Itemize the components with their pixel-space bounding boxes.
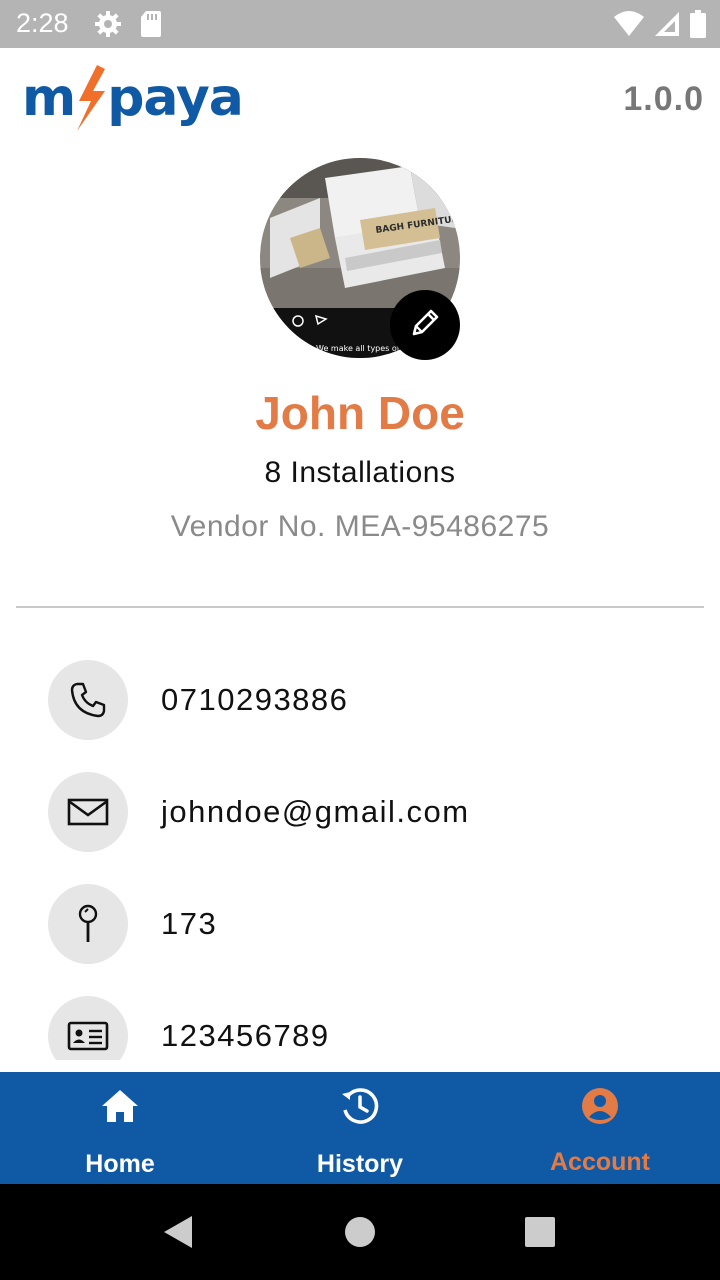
wifi-icon	[614, 11, 644, 42]
nav-history[interactable]: History	[240, 1072, 480, 1184]
app-header: m paya 1.0.0	[0, 48, 720, 152]
settings-icon	[94, 10, 122, 43]
profile-name: John Doe	[255, 387, 465, 439]
vendor-number: Vendor No. MEA-95486275	[170, 510, 550, 543]
id-card-icon	[48, 996, 128, 1060]
installations-count: 8 Installations	[264, 456, 456, 489]
status-bar: 2:28	[0, 0, 720, 48]
phone-number: 0710293886	[161, 682, 349, 717]
nav-history-label: History	[316, 1150, 404, 1178]
sd-card-icon	[140, 10, 162, 43]
bottom-navigation: Home History Account	[0, 1072, 720, 1184]
edit-photo-button[interactable]	[390, 290, 460, 360]
contact-row-phone: 0710293886	[48, 660, 688, 740]
signal-icon	[654, 11, 680, 42]
nav-home[interactable]: Home	[0, 1072, 240, 1184]
contact-row-email: johndoe@gmail.com	[48, 772, 688, 852]
pencil-icon	[408, 306, 442, 345]
nav-account-label: Account	[550, 1148, 650, 1176]
nav-home-label: Home	[85, 1150, 155, 1178]
contact-row-id: 123456789	[48, 996, 688, 1060]
location-pin-icon	[48, 884, 128, 964]
app-version: 1.0.0	[623, 80, 704, 118]
status-time: 2:28	[16, 8, 69, 38]
location-value: 173	[161, 906, 218, 941]
recents-icon[interactable]	[524, 1214, 556, 1255]
nav-account[interactable]: Account	[480, 1072, 720, 1184]
home-icon	[101, 1086, 139, 1126]
lightning-bolt-icon	[71, 65, 111, 131]
contact-list[interactable]: 0710293886 johndoe@gmail.com 173 1234567…	[0, 660, 720, 1060]
divider	[16, 606, 704, 608]
battery-icon	[690, 10, 706, 43]
system-navigation-bar	[0, 1184, 720, 1280]
history-icon	[340, 1086, 380, 1126]
email-icon	[48, 772, 128, 852]
id-number: 123456789	[161, 1018, 330, 1053]
phone-icon	[48, 660, 128, 740]
contact-row-location: 173	[48, 884, 688, 964]
mpaya-logo: m paya	[22, 62, 244, 134]
home-circle-icon[interactable]	[344, 1214, 376, 1255]
back-icon[interactable]	[162, 1214, 194, 1255]
account-icon	[581, 1086, 619, 1126]
email-address: johndoe@gmail.com	[161, 794, 470, 829]
